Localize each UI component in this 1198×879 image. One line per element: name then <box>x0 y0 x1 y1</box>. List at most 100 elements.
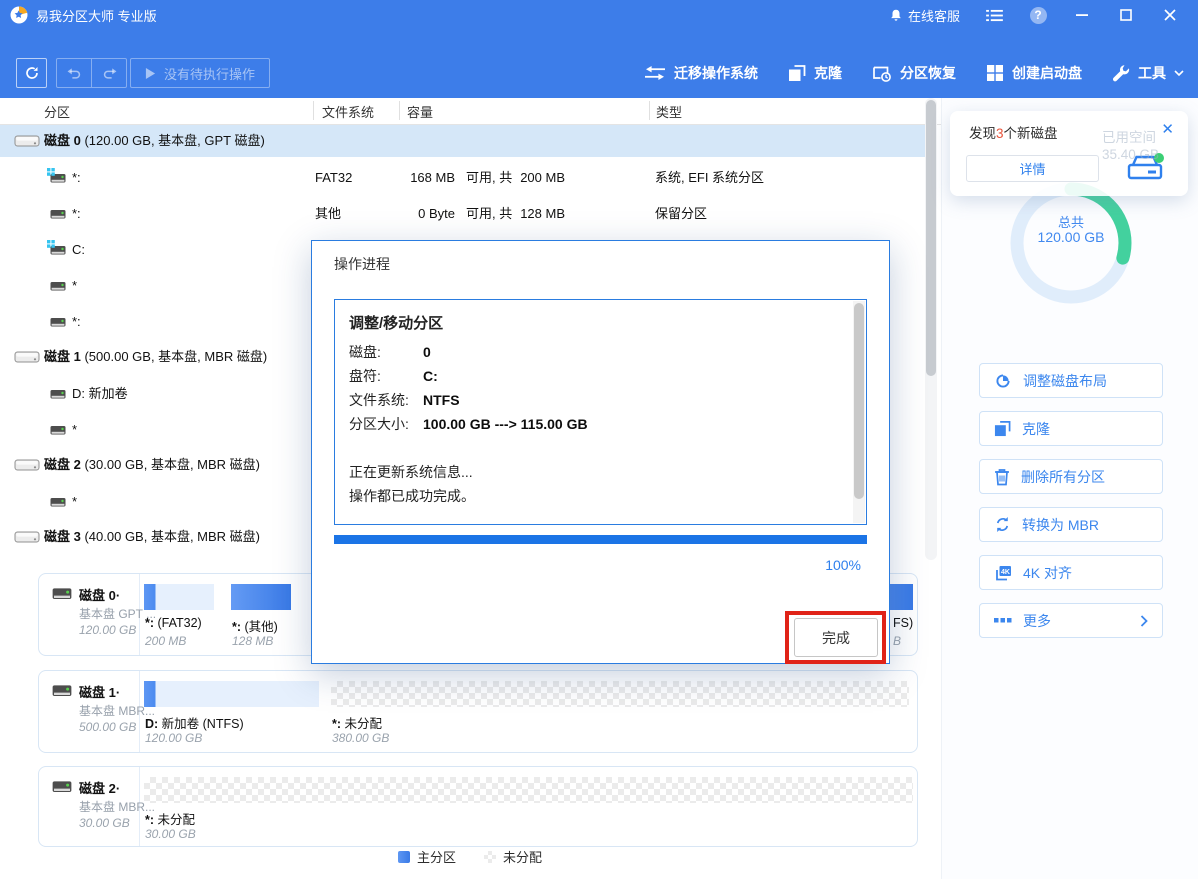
partition-bar[interactable] <box>144 681 319 707</box>
tools-label: 工具 <box>1138 63 1166 83</box>
partition-bar[interactable] <box>144 584 214 610</box>
minimize-button[interactable] <box>1072 5 1092 25</box>
maximize-button[interactable] <box>1116 5 1136 25</box>
window-controls: 在线客服 ? <box>889 0 1198 30</box>
convert-to-mbr-button[interactable]: 转换为 MBR <box>979 507 1163 542</box>
table-row-partition[interactable]: *: 其他 0 Byte 可用, 共 128 MB 保留分区 <box>0 198 926 230</box>
disk-card-info: 磁盘 0· 基本盘 GPT ... 120.00 GB <box>39 574 140 655</box>
new-disk-icon <box>1123 150 1167 186</box>
partition-size: 128 MB <box>232 634 273 648</box>
disk-mini-icon <box>52 780 72 794</box>
partition-size: 380.00 GB <box>332 731 389 745</box>
migrate-os-label: 迁移操作系统 <box>674 63 758 83</box>
progress-bar <box>334 535 867 544</box>
new-disk-notification: 发现3个新磁盘 ✕ 详情 <box>950 111 1188 196</box>
migrate-os-button[interactable]: 迁移操作系统 <box>644 63 758 83</box>
disk-card-info: 磁盘 2· 基本盘 MBR... 30.00 GB <box>39 767 140 846</box>
partition-label: D: 新加卷 (NTFS) <box>145 713 244 732</box>
operation-field: 文件系统:NTFS <box>349 388 846 412</box>
partition-block[interactable]: *: (FAT32) 200 MB <box>144 574 214 655</box>
row-label: * <box>72 270 77 302</box>
partition-block[interactable]: *: (其他) 128 MB <box>231 574 291 655</box>
row-label: 磁盘 3 (40.00 GB, 基本盘, MBR 磁盘) <box>44 521 260 553</box>
partition-bar-unallocated[interactable] <box>331 681 909 707</box>
partition-size: 200 MB <box>145 634 186 648</box>
table-header: 分区 文件系统 容量 类型 <box>0 98 941 125</box>
usage-total-value: 120.00 GB <box>1021 229 1121 245</box>
partition-icon <box>50 281 66 292</box>
partition-bar-unallocated[interactable] <box>144 777 913 803</box>
partition-icon <box>50 317 66 328</box>
disk-card-name: 磁盘 0· <box>79 585 120 604</box>
notification-details-button[interactable]: 详情 <box>966 155 1099 182</box>
online-support-button[interactable]: 在线客服 <box>889 6 960 25</box>
clone-icon <box>788 64 806 82</box>
unallocated-swatch <box>484 851 496 863</box>
notification-close-icon[interactable]: ✕ <box>1161 120 1174 138</box>
adjust-disk-layout-button[interactable]: 调整磁盘布局 <box>979 363 1163 398</box>
disk-card-1[interactable]: 磁盘 1· 基本盘 MBR... 500.00 GB D: 新加卷 (NTFS)… <box>38 670 918 753</box>
redo-icon <box>101 67 118 80</box>
row-free-space: 168 MB <box>385 162 455 194</box>
column-header-type[interactable]: 类型 <box>656 102 682 121</box>
undo-button[interactable] <box>57 59 91 87</box>
partition-label: *: (FAT32) <box>145 616 202 630</box>
row-total-space: 200 MB <box>505 162 565 194</box>
more-button[interactable]: 更多 <box>979 603 1163 638</box>
column-header-partition[interactable]: 分区 <box>44 102 70 121</box>
status-line: 操作都已成功完成。 <box>349 484 846 508</box>
refresh-button[interactable] <box>16 58 47 88</box>
row-label: D: 新加卷 <box>72 378 128 410</box>
row-label: 磁盘 2 (30.00 GB, 基本盘, MBR 磁盘) <box>44 449 260 481</box>
clone-label: 克隆 <box>814 63 842 83</box>
undo-icon <box>66 67 83 80</box>
disk-mini-icon <box>52 587 72 601</box>
dialog-scrollbar[interactable] <box>853 301 865 523</box>
create-boot-disk-button[interactable]: 创建启动盘 <box>986 63 1082 83</box>
disk-card-name: 磁盘 2· <box>79 778 120 797</box>
clone-disk-button[interactable]: 克隆 <box>979 411 1163 446</box>
legend-unallocated: 未分配 <box>484 847 542 866</box>
row-label: *: <box>72 162 81 194</box>
column-header-capacity[interactable]: 容量 <box>407 102 433 121</box>
partition-size: 120.00 GB <box>145 731 202 745</box>
disk-card-info: 磁盘 1· 基本盘 MBR... 500.00 GB <box>39 671 140 752</box>
disk-card-name: 磁盘 1· <box>79 682 120 701</box>
tools-button[interactable]: 工具 <box>1112 63 1184 83</box>
boot-disk-icon <box>986 64 1004 82</box>
table-row-partition[interactable]: *: FAT32 168 MB 可用, 共 200 MB 系统, EFI 系统分… <box>0 162 926 194</box>
clone-button[interactable]: 克隆 <box>788 63 842 83</box>
toolbar-actions: 迁移操作系统 克隆 分区恢复 <box>644 50 1184 96</box>
delete-all-partitions-button[interactable]: 删除所有分区 <box>979 459 1163 494</box>
finish-button[interactable]: 完成 <box>794 618 878 657</box>
partition-block[interactable]: *: 未分配 380.00 GB <box>331 671 909 752</box>
dialog-scrollbar-thumb[interactable] <box>854 303 864 499</box>
pending-operations-label: 没有待执行操作 <box>164 64 255 83</box>
partition-label: *: 未分配 <box>145 809 195 828</box>
close-button[interactable] <box>1160 5 1180 25</box>
align-4k-button[interactable]: 4K 4K 对齐 <box>979 555 1163 590</box>
partition-bar[interactable] <box>231 584 291 610</box>
table-row-disk0[interactable]: 磁盘 0 (120.00 GB, 基本盘, GPT 磁盘) <box>0 125 926 157</box>
redo-button[interactable] <box>91 59 126 87</box>
right-panel: 总共 120.00 GB 已用空间 35.40 GB 发现3个新磁盘 ✕ 详情 <box>941 98 1198 879</box>
disk-card-2[interactable]: 磁盘 2· 基本盘 MBR... 30.00 GB *: 未分配 30.00 G… <box>38 766 918 847</box>
help-icon[interactable]: ? <box>1028 5 1048 25</box>
operation-name: 调整/移动分区 <box>349 312 846 336</box>
disk-icon <box>14 457 40 473</box>
header-zone: 易我分区大师 专业版 在线客服 ? <box>0 0 1198 98</box>
partition-block[interactable]: D: 新加卷 (NTFS) 120.00 GB <box>144 671 319 752</box>
disk-icon <box>14 529 40 545</box>
legend: 主分区 未分配 <box>398 847 542 866</box>
dialog-title: 操作进程 <box>334 254 390 274</box>
row-free-space: 0 Byte <box>385 198 455 230</box>
scrollbar-thumb[interactable] <box>926 100 936 376</box>
disk-card-size: 120.00 GB <box>79 623 136 637</box>
pending-operations-button[interactable]: 没有待执行操作 <box>130 58 270 88</box>
menu-list-icon[interactable] <box>984 5 1004 25</box>
partition-block[interactable]: *: 未分配 30.00 GB <box>144 767 913 846</box>
row-total-space: 128 MB <box>505 198 565 230</box>
partition-recovery-button[interactable]: 分区恢复 <box>872 63 956 83</box>
column-header-filesystem[interactable]: 文件系统 <box>322 102 374 121</box>
partition-label: *: (其他) <box>232 616 278 635</box>
